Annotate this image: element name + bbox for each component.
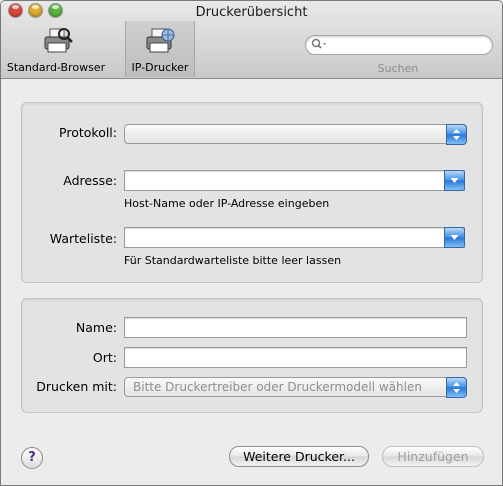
search-icon bbox=[311, 38, 326, 49]
name-label: Name: bbox=[75, 320, 117, 335]
protocol-popup[interactable] bbox=[124, 124, 467, 145]
address-hint: Host-Name oder IP-Adresse eingeben bbox=[124, 197, 330, 210]
window-title: Druckerübersicht bbox=[195, 5, 308, 20]
print-using-value: Bitte Druckertreiber oder Druckermodell … bbox=[133, 380, 422, 394]
address-label: Adresse: bbox=[63, 173, 117, 188]
printer-icon bbox=[44, 28, 73, 53]
connection-group: Protokoll: Adresse: Host-Name oder IP-Ad… bbox=[21, 102, 483, 283]
queue-hint: Für Standardwarteliste bitte leer lassen bbox=[124, 254, 342, 267]
location-label: Ort: bbox=[92, 350, 117, 365]
queue-label: Warteliste: bbox=[49, 231, 117, 246]
toolbar-item-label: Standard-Browser bbox=[6, 61, 106, 74]
print-using-label: Drucken mit: bbox=[36, 379, 117, 394]
protocol-label: Protokoll: bbox=[59, 125, 117, 140]
toolbar-item-standard-browser[interactable]: Standard-Browser bbox=[3, 21, 109, 77]
details-group: Name: Ort: Drucken mit: Bitte Druckertre… bbox=[21, 298, 483, 413]
popup-arrows-icon bbox=[446, 124, 467, 145]
toolbar: Druckerübersicht Standard-Browser IP-Dru… bbox=[1, 1, 502, 79]
print-using-popup[interactable]: Bitte Druckertreiber oder Druckermodell … bbox=[124, 377, 467, 398]
location-field[interactable] bbox=[124, 347, 467, 368]
toolbar-item-label: IP-Drucker bbox=[131, 61, 189, 74]
search-input[interactable] bbox=[305, 35, 493, 55]
chevron-down-icon[interactable] bbox=[444, 170, 465, 191]
more-printers-button[interactable]: Weitere Drucker... bbox=[229, 446, 369, 467]
toolbar-item-ip-printer[interactable]: IP-Drucker bbox=[125, 21, 195, 77]
queue-field[interactable] bbox=[124, 227, 465, 248]
popup-arrows-icon bbox=[446, 377, 467, 398]
address-field[interactable] bbox=[124, 170, 465, 191]
search-label: Suchen bbox=[377, 62, 419, 75]
help-button[interactable]: ? bbox=[21, 447, 43, 469]
printer-browser-window: Druckerübersicht Standard-Browser IP-Dru… bbox=[0, 0, 503, 486]
chevron-down-icon[interactable] bbox=[444, 227, 465, 248]
add-button[interactable]: Hinzufügen bbox=[382, 446, 484, 467]
network-printer-icon bbox=[146, 28, 175, 53]
name-field[interactable] bbox=[124, 317, 467, 338]
